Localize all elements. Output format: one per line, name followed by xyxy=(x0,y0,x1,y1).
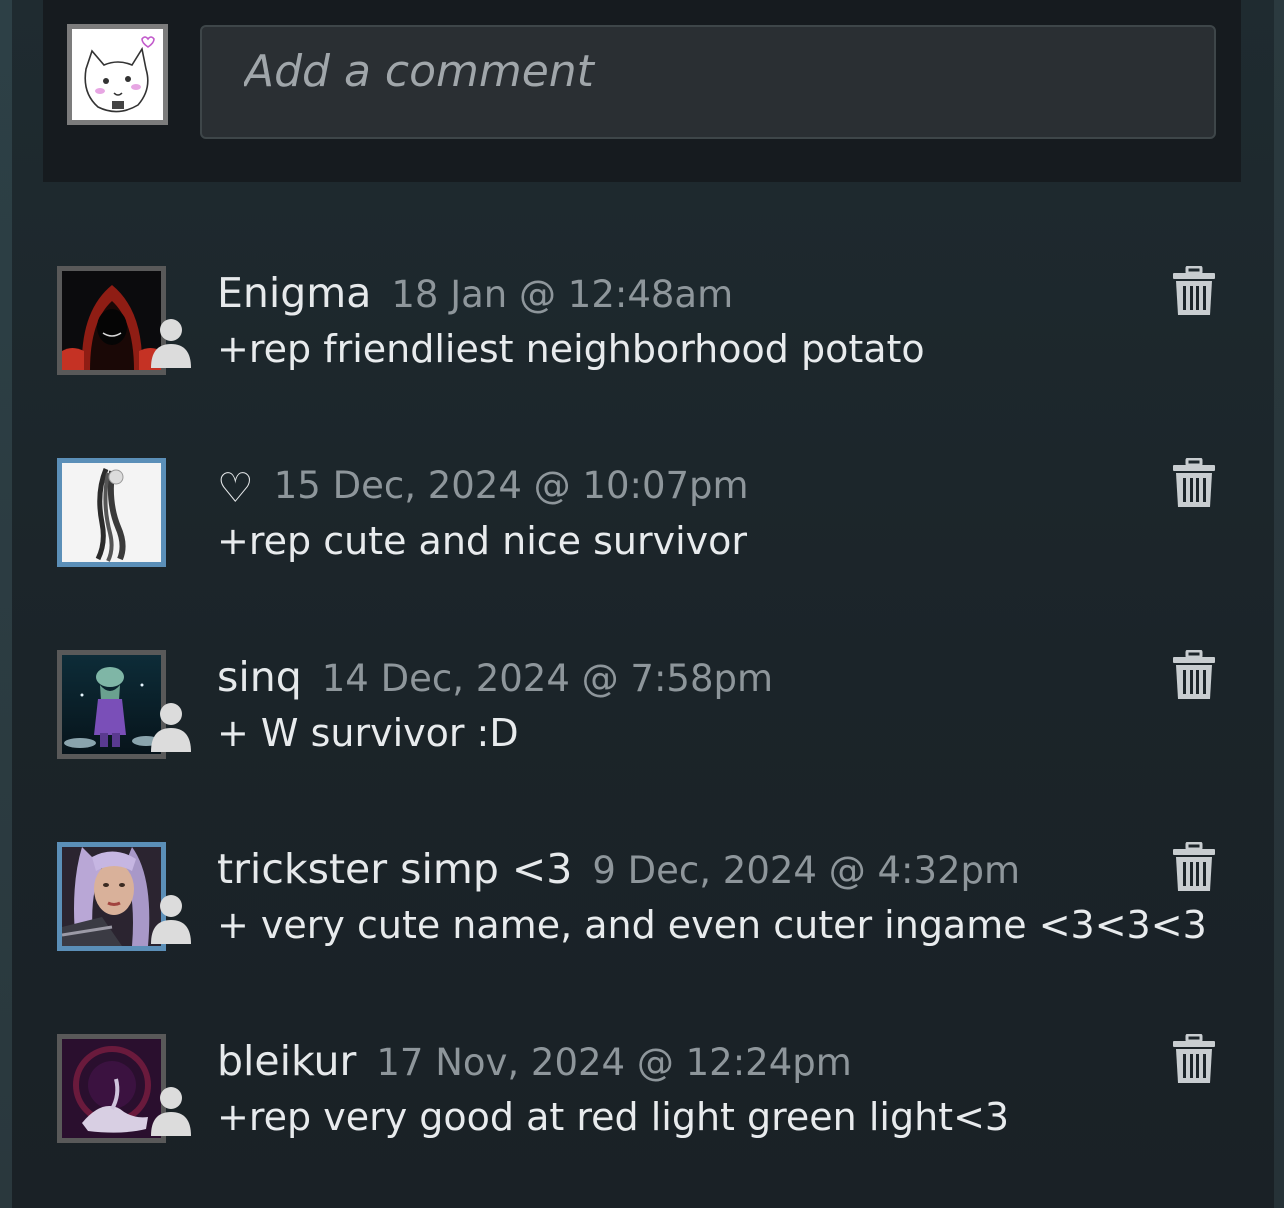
comment-item: sinq 14 Dec, 2024 @ 7:58pm + W survivor :… xyxy=(0,650,1284,790)
right-edge xyxy=(1274,0,1284,1208)
comment-timestamp: 15 Dec, 2024 @ 10:07pm xyxy=(273,464,749,507)
comment-text: +rep very good at red light green light<… xyxy=(217,1095,1010,1139)
comment-text: + very cute name, and even cuter ingame … xyxy=(217,903,1207,947)
comment-item: ♡ 15 Dec, 2024 @ 10:07pm +rep cute and ni… xyxy=(0,458,1284,598)
comment-avatar[interactable] xyxy=(57,1034,191,1143)
comment-author[interactable]: ♡ xyxy=(217,463,254,513)
comment-text: +rep friendliest neighborhood potato xyxy=(217,327,925,371)
comment-avatar[interactable] xyxy=(57,458,166,567)
comment-item: bleikur 17 Nov, 2024 @ 12:24pm +rep very … xyxy=(0,1034,1284,1174)
comment-text: +rep cute and nice survivor xyxy=(217,519,748,563)
trash-icon[interactable] xyxy=(1172,842,1216,892)
comment-timestamp: 14 Dec, 2024 @ 7:58pm xyxy=(321,657,774,700)
comment-meta: trickster simp <3 9 Dec, 2024 @ 4:32pm xyxy=(217,844,1020,896)
friend-icon xyxy=(151,319,191,368)
friend-icon xyxy=(151,1087,191,1136)
comment-meta: sinq 14 Dec, 2024 @ 7:58pm xyxy=(217,652,773,704)
my-avatar[interactable] xyxy=(67,24,168,125)
trash-icon[interactable] xyxy=(1172,1034,1216,1084)
comment-timestamp: 9 Dec, 2024 @ 4:32pm xyxy=(592,849,1021,892)
comment-meta: Enigma 18 Jan @ 12:48am xyxy=(217,268,733,320)
comment-text: + W survivor :D xyxy=(217,711,519,755)
comment-timestamp: 18 Jan @ 12:48am xyxy=(391,273,734,316)
comment-composer xyxy=(43,0,1241,182)
comment-avatar[interactable] xyxy=(57,266,191,375)
comment-meta: bleikur 17 Nov, 2024 @ 12:24pm xyxy=(217,1036,852,1088)
friend-icon xyxy=(151,895,191,944)
hair-avatar xyxy=(57,458,166,567)
comment-author[interactable]: Enigma xyxy=(217,269,371,317)
trash-icon[interactable] xyxy=(1172,458,1216,508)
trash-icon[interactable] xyxy=(1172,266,1216,316)
comment-timestamp: 17 Nov, 2024 @ 12:24pm xyxy=(376,1041,852,1084)
left-edge xyxy=(0,0,12,1208)
comment-author[interactable]: trickster simp <3 xyxy=(217,845,572,893)
comment-meta: ♡ 15 Dec, 2024 @ 10:07pm xyxy=(217,460,749,513)
trash-icon[interactable] xyxy=(1172,650,1216,700)
comment-avatar[interactable] xyxy=(57,650,191,759)
comment-item: Enigma 18 Jan @ 12:48am +rep friendliest … xyxy=(0,266,1284,406)
comment-input[interactable] xyxy=(200,25,1216,139)
comment-author[interactable]: sinq xyxy=(217,653,302,701)
cat-sketch-icon xyxy=(72,29,163,120)
comment-item: trickster simp <3 9 Dec, 2024 @ 4:32pm + … xyxy=(0,842,1284,982)
comment-author[interactable]: bleikur xyxy=(217,1037,356,1085)
comment-avatar[interactable] xyxy=(57,842,191,951)
friend-icon xyxy=(151,703,191,752)
